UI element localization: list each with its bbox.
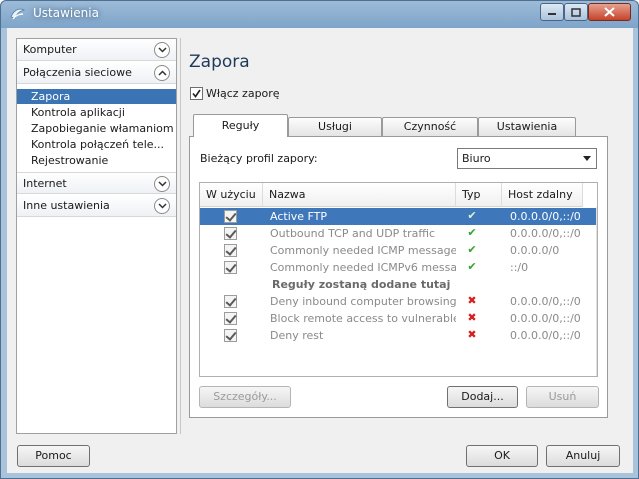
table-row[interactable]: Deny rest ✖ 0.0.0.0/0,::/0 (200, 327, 597, 344)
rule-enabled-checkbox[interactable] (224, 261, 237, 274)
rule-name: Block remote access to vulnerable lo... (270, 312, 456, 325)
enable-firewall-checkbox[interactable] (190, 87, 203, 100)
column-header-type[interactable]: Typ (456, 183, 502, 207)
table-scrollbar[interactable] (596, 207, 597, 376)
nav-section-internet[interactable]: Internet (17, 172, 176, 194)
table-row[interactable]: Deny inbound computer browsing a... ✖ 0.… (200, 293, 597, 310)
rule-name: Outbound TCP and UDP traffic (270, 227, 436, 240)
remove-rule-button[interactable]: Usuń (526, 386, 599, 408)
settings-nav: Komputer Połączenia sieciowe Zapora Kont… (16, 38, 177, 434)
table-row[interactable]: Active FTP ✔ 0.0.0.0/0,::/0 (200, 208, 597, 225)
tab-services[interactable]: Usługi (288, 117, 382, 136)
window-title: Ustawienia (33, 6, 99, 20)
table-row[interactable]: Commonly needed ICMPv6 messages ✔ ::/0 (200, 259, 597, 276)
chevron-down-icon[interactable] (154, 198, 170, 214)
chevron-down-icon[interactable] (154, 176, 170, 192)
column-header-remote-host[interactable]: Host zdalny (502, 183, 583, 207)
rule-enabled-checkbox[interactable] (224, 295, 237, 308)
nav-item-firewall[interactable]: Zapora (17, 89, 176, 104)
table-row[interactable]: Outbound TCP and UDP traffic ✔ 0.0.0.0/0… (200, 225, 597, 242)
table-row[interactable]: Commonly needed ICMP messages ✔ 0.0.0.0/… (200, 242, 597, 259)
cross-icon: ✖ (467, 311, 477, 324)
rule-enabled-checkbox[interactable] (224, 312, 237, 325)
maximize-icon (571, 7, 581, 17)
enable-firewall-label[interactable]: Włącz zaporę (206, 87, 280, 100)
rule-enabled-checkbox[interactable] (224, 227, 237, 240)
dropdown-arrow-icon (583, 156, 591, 161)
rule-remote-host: 0.0.0.0/0,::/0 (510, 329, 581, 342)
nav-section-other[interactable]: Inne ustawienia (17, 195, 176, 217)
app-icon (10, 8, 26, 20)
table-row[interactable]: Block remote access to vulnerable lo... … (200, 310, 597, 327)
check-icon (192, 89, 201, 98)
nav-section-network[interactable]: Połączenia sieciowe (17, 62, 176, 84)
nav-item-intrusion-prevention[interactable]: Zapobieganie włamaniom (17, 121, 176, 136)
nav-item-logging[interactable]: Rejestrowanie (17, 153, 176, 168)
rule-remote-host: 0.0.0.0/0,::/0 (510, 295, 581, 308)
details-button[interactable]: Szczegóły... (199, 386, 291, 408)
column-header-in-use[interactable]: W użyciu (200, 183, 263, 207)
help-button[interactable]: Pomoc (17, 445, 90, 467)
tab-rules[interactable]: Reguły (193, 114, 288, 137)
column-header-name[interactable]: Nazwa (263, 183, 456, 207)
profile-value: Biuro (462, 152, 491, 165)
rule-name: Deny inbound computer browsing a... (270, 295, 456, 308)
rule-enabled-checkbox[interactable] (224, 244, 237, 257)
rule-enabled-checkbox[interactable] (224, 329, 237, 342)
rule-enabled-checkbox[interactable] (224, 210, 237, 223)
check-icon: ✔ (467, 260, 477, 273)
rule-name: Commonly needed ICMPv6 messages (270, 261, 456, 274)
nav-section-computer[interactable]: Komputer (17, 39, 176, 61)
maximize-button[interactable] (564, 3, 588, 21)
minimize-icon (548, 13, 556, 15)
title-bar[interactable]: Ustawienia (0, 0, 639, 28)
chevron-up-icon[interactable] (154, 65, 170, 81)
rule-name: Deny rest (270, 329, 324, 342)
profile-select[interactable]: Biuro (457, 148, 597, 169)
rule-name: Active FTP (270, 210, 328, 223)
add-rule-button[interactable]: Dodaj... (447, 386, 518, 408)
cross-icon: ✖ (467, 294, 477, 307)
check-icon: ✔ (467, 226, 477, 239)
rule-remote-host: 0.0.0.0/0,::/0 (510, 312, 581, 325)
nav-item-app-control[interactable]: Kontrola aplikacji (17, 105, 176, 120)
rule-remote-host: 0.0.0.0/0,::/0 (510, 227, 581, 240)
rule-remote-host: 0.0.0.0/0 (510, 244, 560, 257)
rule-name: Commonly needed ICMP messages (270, 244, 456, 257)
page-title: Zapora (189, 52, 250, 72)
cross-icon: ✖ (467, 328, 477, 341)
close-button[interactable] (588, 3, 631, 21)
ok-button[interactable]: OK (466, 445, 538, 467)
rule-remote-host: 0.0.0.0/0,::/0 (510, 210, 581, 223)
rules-table[interactable]: W użyciu Nazwa Typ Host zdalny Active FT… (199, 182, 598, 377)
check-icon: ✔ (467, 243, 477, 256)
rule-remote-host: ::/0 (510, 261, 529, 274)
close-icon (604, 7, 615, 17)
cancel-button[interactable]: Anuluj (546, 445, 620, 467)
chevron-down-icon[interactable] (154, 42, 170, 58)
check-icon: ✔ (467, 209, 477, 222)
tab-action[interactable]: Czynność (382, 117, 478, 136)
nav-item-dialup-control[interactable]: Kontrola połączeń tele... (17, 137, 176, 152)
tab-settings[interactable]: Ustawienia (478, 117, 576, 136)
profile-label: Bieżący profil zapory: (200, 152, 318, 165)
rules-group-label: Reguły zostaną dodane tutaj (272, 278, 451, 291)
minimize-button[interactable] (540, 3, 564, 21)
